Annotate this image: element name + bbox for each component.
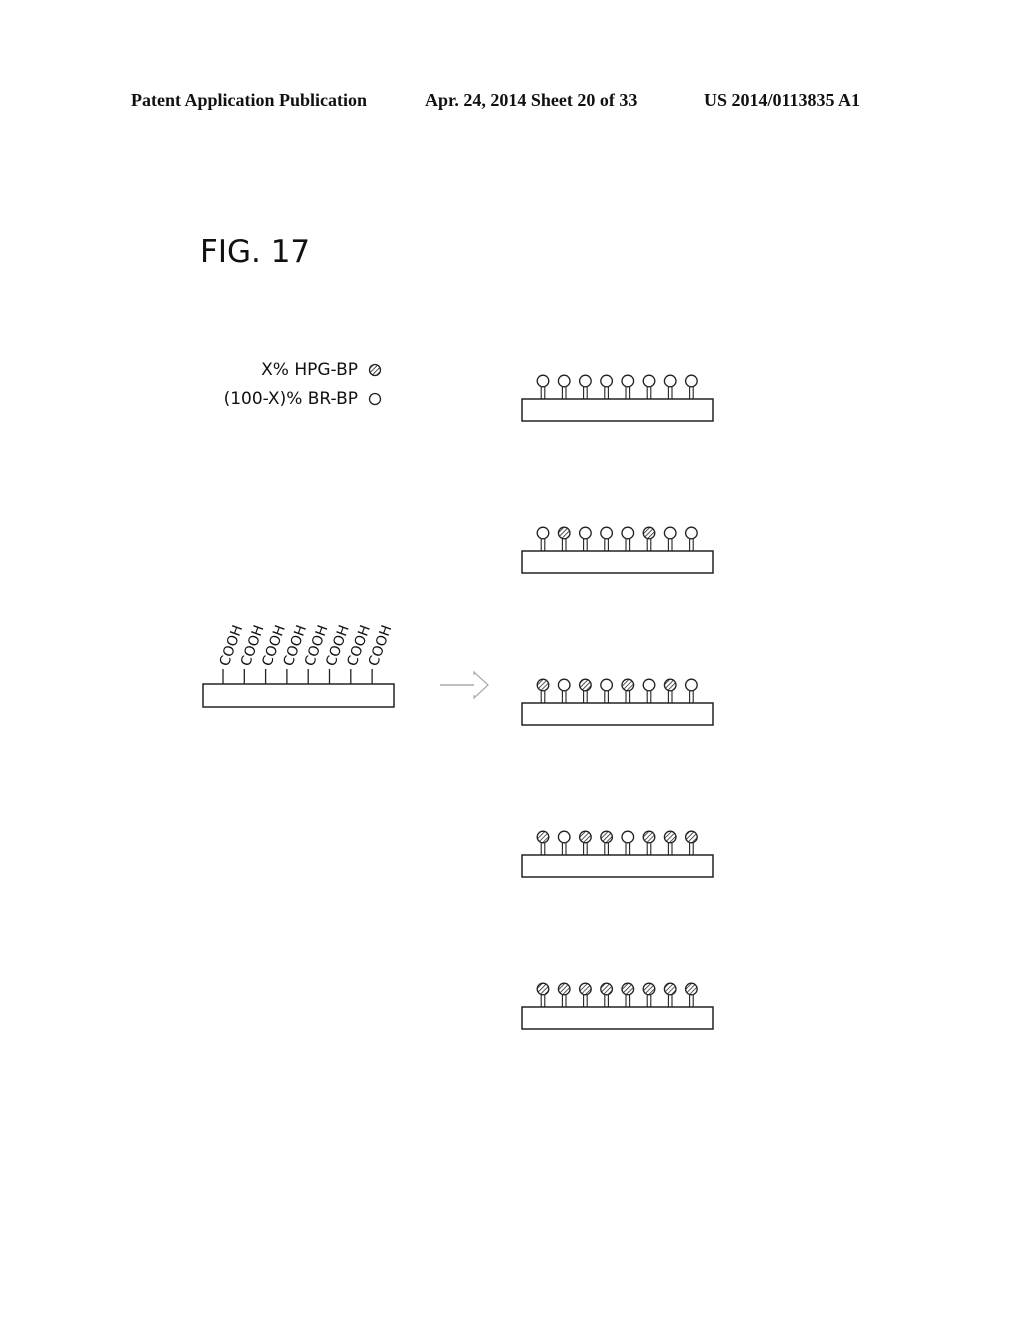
open-circle-icon xyxy=(600,374,614,388)
br-bp-molecule xyxy=(684,374,698,399)
hpg-bp-molecule xyxy=(684,830,698,855)
substrate-base xyxy=(521,1006,714,1030)
br-bp-molecule xyxy=(621,374,635,399)
open-circle-icon xyxy=(642,678,656,692)
open-circle-icon xyxy=(600,678,614,692)
open-circle-icon xyxy=(600,526,614,540)
br-bp-molecule xyxy=(642,678,656,703)
br-bp-molecule xyxy=(663,526,677,551)
br-bp-molecule xyxy=(557,678,571,703)
product-substrate xyxy=(521,374,714,422)
product-substrate xyxy=(521,678,714,726)
hatched-circle-icon xyxy=(557,982,571,996)
hpg-bp-molecule xyxy=(557,526,571,551)
hatched-circle-icon xyxy=(663,678,677,692)
open-circle-icon xyxy=(578,526,592,540)
hatched-circle-icon xyxy=(578,982,592,996)
open-circle-icon xyxy=(684,678,698,692)
br-bp-molecule xyxy=(557,830,571,855)
br-bp-molecule xyxy=(536,526,550,551)
substrate-base xyxy=(202,683,395,708)
hpg-bp-molecule xyxy=(663,982,677,1007)
open-circle-icon xyxy=(621,374,635,388)
substrate-base xyxy=(521,854,714,878)
hatched-circle-icon xyxy=(578,830,592,844)
hpg-bp-molecule xyxy=(536,678,550,703)
open-circle-icon xyxy=(578,374,592,388)
br-bp-molecule xyxy=(536,374,550,399)
starting-substrate: COOHCOOHCOOHCOOHCOOHCOOHCOOHCOOH xyxy=(202,623,395,708)
open-circle-icon xyxy=(536,374,550,388)
open-circle-icon xyxy=(557,830,571,844)
hpg-bp-molecule xyxy=(621,678,635,703)
hatched-circle-icon xyxy=(663,830,677,844)
open-circle-icon xyxy=(684,526,698,540)
open-circle-icon xyxy=(368,392,382,406)
br-bp-molecule xyxy=(600,526,614,551)
br-bp-molecule xyxy=(621,830,635,855)
br-bp-molecule xyxy=(663,374,677,399)
substrate-base xyxy=(521,398,714,422)
hpg-bp-molecule xyxy=(663,830,677,855)
open-circle-icon xyxy=(621,830,635,844)
hatched-circle-icon xyxy=(642,526,656,540)
open-circle-icon xyxy=(557,678,571,692)
br-bp-molecule xyxy=(557,374,571,399)
hatched-circle-icon xyxy=(621,982,635,996)
hpg-bp-molecule xyxy=(536,982,550,1007)
hatched-circle-icon xyxy=(663,982,677,996)
br-bp-molecule xyxy=(684,678,698,703)
substrate-base xyxy=(521,702,714,726)
product-substrate xyxy=(521,982,714,1030)
hatched-circle-icon xyxy=(642,830,656,844)
open-circle-icon xyxy=(684,374,698,388)
hatched-circle-icon xyxy=(684,982,698,996)
hpg-bp-molecule xyxy=(578,982,592,1007)
hatched-circle-icon xyxy=(642,982,656,996)
open-circle-icon xyxy=(557,374,571,388)
br-bp-molecule xyxy=(600,678,614,703)
hpg-bp-molecule xyxy=(578,830,592,855)
product-substrates xyxy=(521,374,714,1030)
hpg-bp-molecule xyxy=(600,982,614,1007)
hpg-bp-molecule xyxy=(536,830,550,855)
hatched-circle-icon xyxy=(621,678,635,692)
hatched-circle-icon xyxy=(368,363,382,377)
hpg-bp-molecule xyxy=(684,982,698,1007)
open-circle-icon xyxy=(536,526,550,540)
hpg-bp-molecule xyxy=(642,982,656,1007)
right-arrow-icon xyxy=(440,670,489,700)
hatched-circle-icon xyxy=(600,830,614,844)
hpg-bp-molecule xyxy=(600,830,614,855)
br-bp-molecule xyxy=(600,374,614,399)
open-circle-icon xyxy=(663,374,677,388)
figure-diagram: COOHCOOHCOOHCOOHCOOHCOOHCOOHCOOH xyxy=(202,363,714,1030)
hatched-circle-icon xyxy=(557,526,571,540)
hpg-bp-molecule xyxy=(578,678,592,703)
substrate-base xyxy=(521,550,714,574)
hatched-circle-icon xyxy=(536,678,550,692)
hatched-circle-icon xyxy=(684,830,698,844)
br-bp-molecule xyxy=(621,526,635,551)
hpg-bp-molecule xyxy=(642,526,656,551)
hpg-bp-molecule xyxy=(557,982,571,1007)
br-bp-molecule xyxy=(642,374,656,399)
hatched-circle-icon xyxy=(536,830,550,844)
product-substrate xyxy=(521,526,714,574)
open-circle-icon xyxy=(621,526,635,540)
hatched-circle-icon xyxy=(600,982,614,996)
hatched-circle-icon xyxy=(536,982,550,996)
hpg-bp-molecule xyxy=(642,830,656,855)
br-bp-molecule xyxy=(578,374,592,399)
hpg-bp-molecule xyxy=(663,678,677,703)
product-substrate xyxy=(521,830,714,878)
br-bp-molecule xyxy=(578,526,592,551)
open-circle-icon xyxy=(663,526,677,540)
hpg-bp-molecule xyxy=(621,982,635,1007)
br-bp-molecule xyxy=(684,526,698,551)
open-circle-icon xyxy=(642,374,656,388)
hatched-circle-icon xyxy=(578,678,592,692)
